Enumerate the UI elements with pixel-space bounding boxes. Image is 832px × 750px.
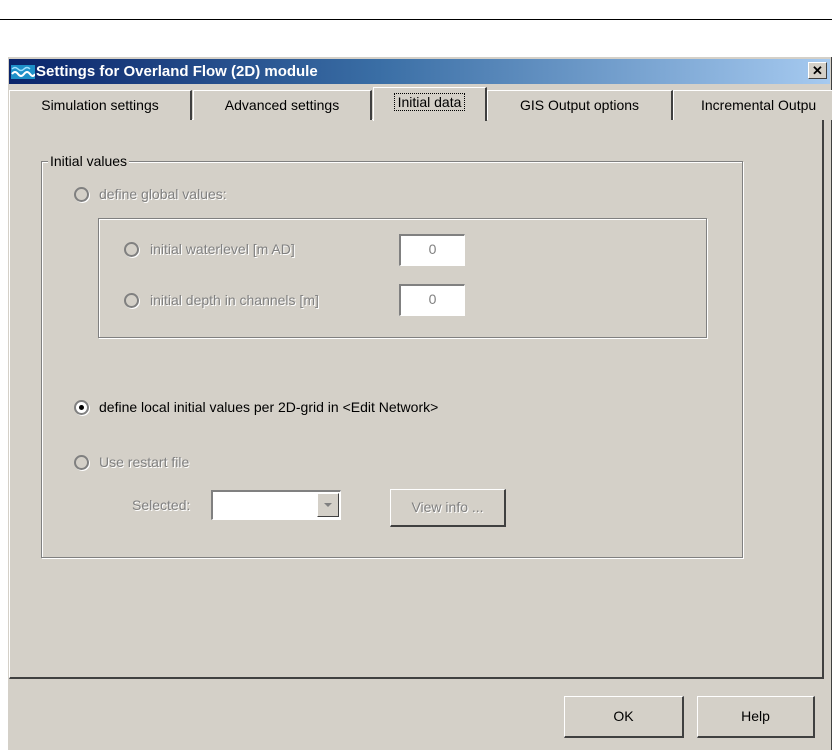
local-values-radio[interactable] bbox=[74, 400, 89, 415]
settings-dialog: Settings for Overland Flow (2D) module ✕… bbox=[7, 56, 832, 750]
channel-depth-input[interactable]: 0 bbox=[399, 284, 465, 316]
selected-label: Selected: bbox=[132, 497, 191, 513]
waterlevel-label: initial waterlevel [m AD] bbox=[150, 241, 295, 257]
view-info-button[interactable]: View info ... bbox=[390, 489, 506, 527]
title-bar[interactable]: Settings for Overland Flow (2D) module ✕ bbox=[9, 59, 830, 84]
waterlevel-input[interactable]: 0 bbox=[399, 234, 465, 266]
tab-label: Initial data bbox=[393, 93, 466, 111]
tab-label: GIS Output options bbox=[519, 97, 640, 113]
page-top-rule bbox=[0, 19, 832, 20]
close-icon: ✕ bbox=[812, 63, 823, 78]
tab-initial-data[interactable]: Initial data bbox=[373, 87, 487, 121]
channel-depth-radio[interactable] bbox=[124, 293, 139, 308]
initial-values-group-label: Initial values bbox=[48, 153, 130, 169]
local-values-label: define local initial values per 2D-grid … bbox=[99, 399, 439, 415]
waterlevel-radio[interactable] bbox=[124, 242, 139, 257]
view-info-label: View info ... bbox=[411, 499, 484, 515]
tab-simulation-settings[interactable]: Simulation settings bbox=[9, 90, 192, 120]
ok-button[interactable]: OK bbox=[564, 696, 684, 738]
tab-incremental-output[interactable]: Incremental Outpu bbox=[673, 90, 832, 120]
dropdown-button[interactable] bbox=[317, 493, 339, 517]
tab-gis-output-options[interactable]: GIS Output options bbox=[487, 90, 673, 120]
restart-file-select[interactable] bbox=[211, 490, 341, 520]
channel-depth-label: initial depth in channels [m] bbox=[150, 292, 319, 308]
chevron-down-icon bbox=[324, 503, 332, 507]
global-values-label: define global values: bbox=[99, 186, 227, 202]
radio-selected-dot bbox=[79, 405, 84, 410]
restart-file-radio[interactable] bbox=[74, 455, 89, 470]
tab-label: Simulation settings bbox=[41, 97, 159, 113]
restart-file-label: Use restart file bbox=[99, 454, 190, 470]
tab-label: Incremental Outpu bbox=[701, 97, 817, 113]
overland-flow-icon bbox=[11, 65, 35, 79]
ok-label: OK bbox=[613, 708, 634, 724]
help-button[interactable]: Help bbox=[697, 696, 815, 738]
global-values-radio[interactable] bbox=[74, 187, 89, 202]
tab-label: Advanced settings bbox=[224, 97, 340, 113]
window-title: Settings for Overland Flow (2D) module bbox=[36, 63, 318, 80]
close-button[interactable]: ✕ bbox=[808, 62, 827, 79]
help-label: Help bbox=[741, 708, 770, 724]
tab-advanced-settings[interactable]: Advanced settings bbox=[193, 90, 372, 120]
